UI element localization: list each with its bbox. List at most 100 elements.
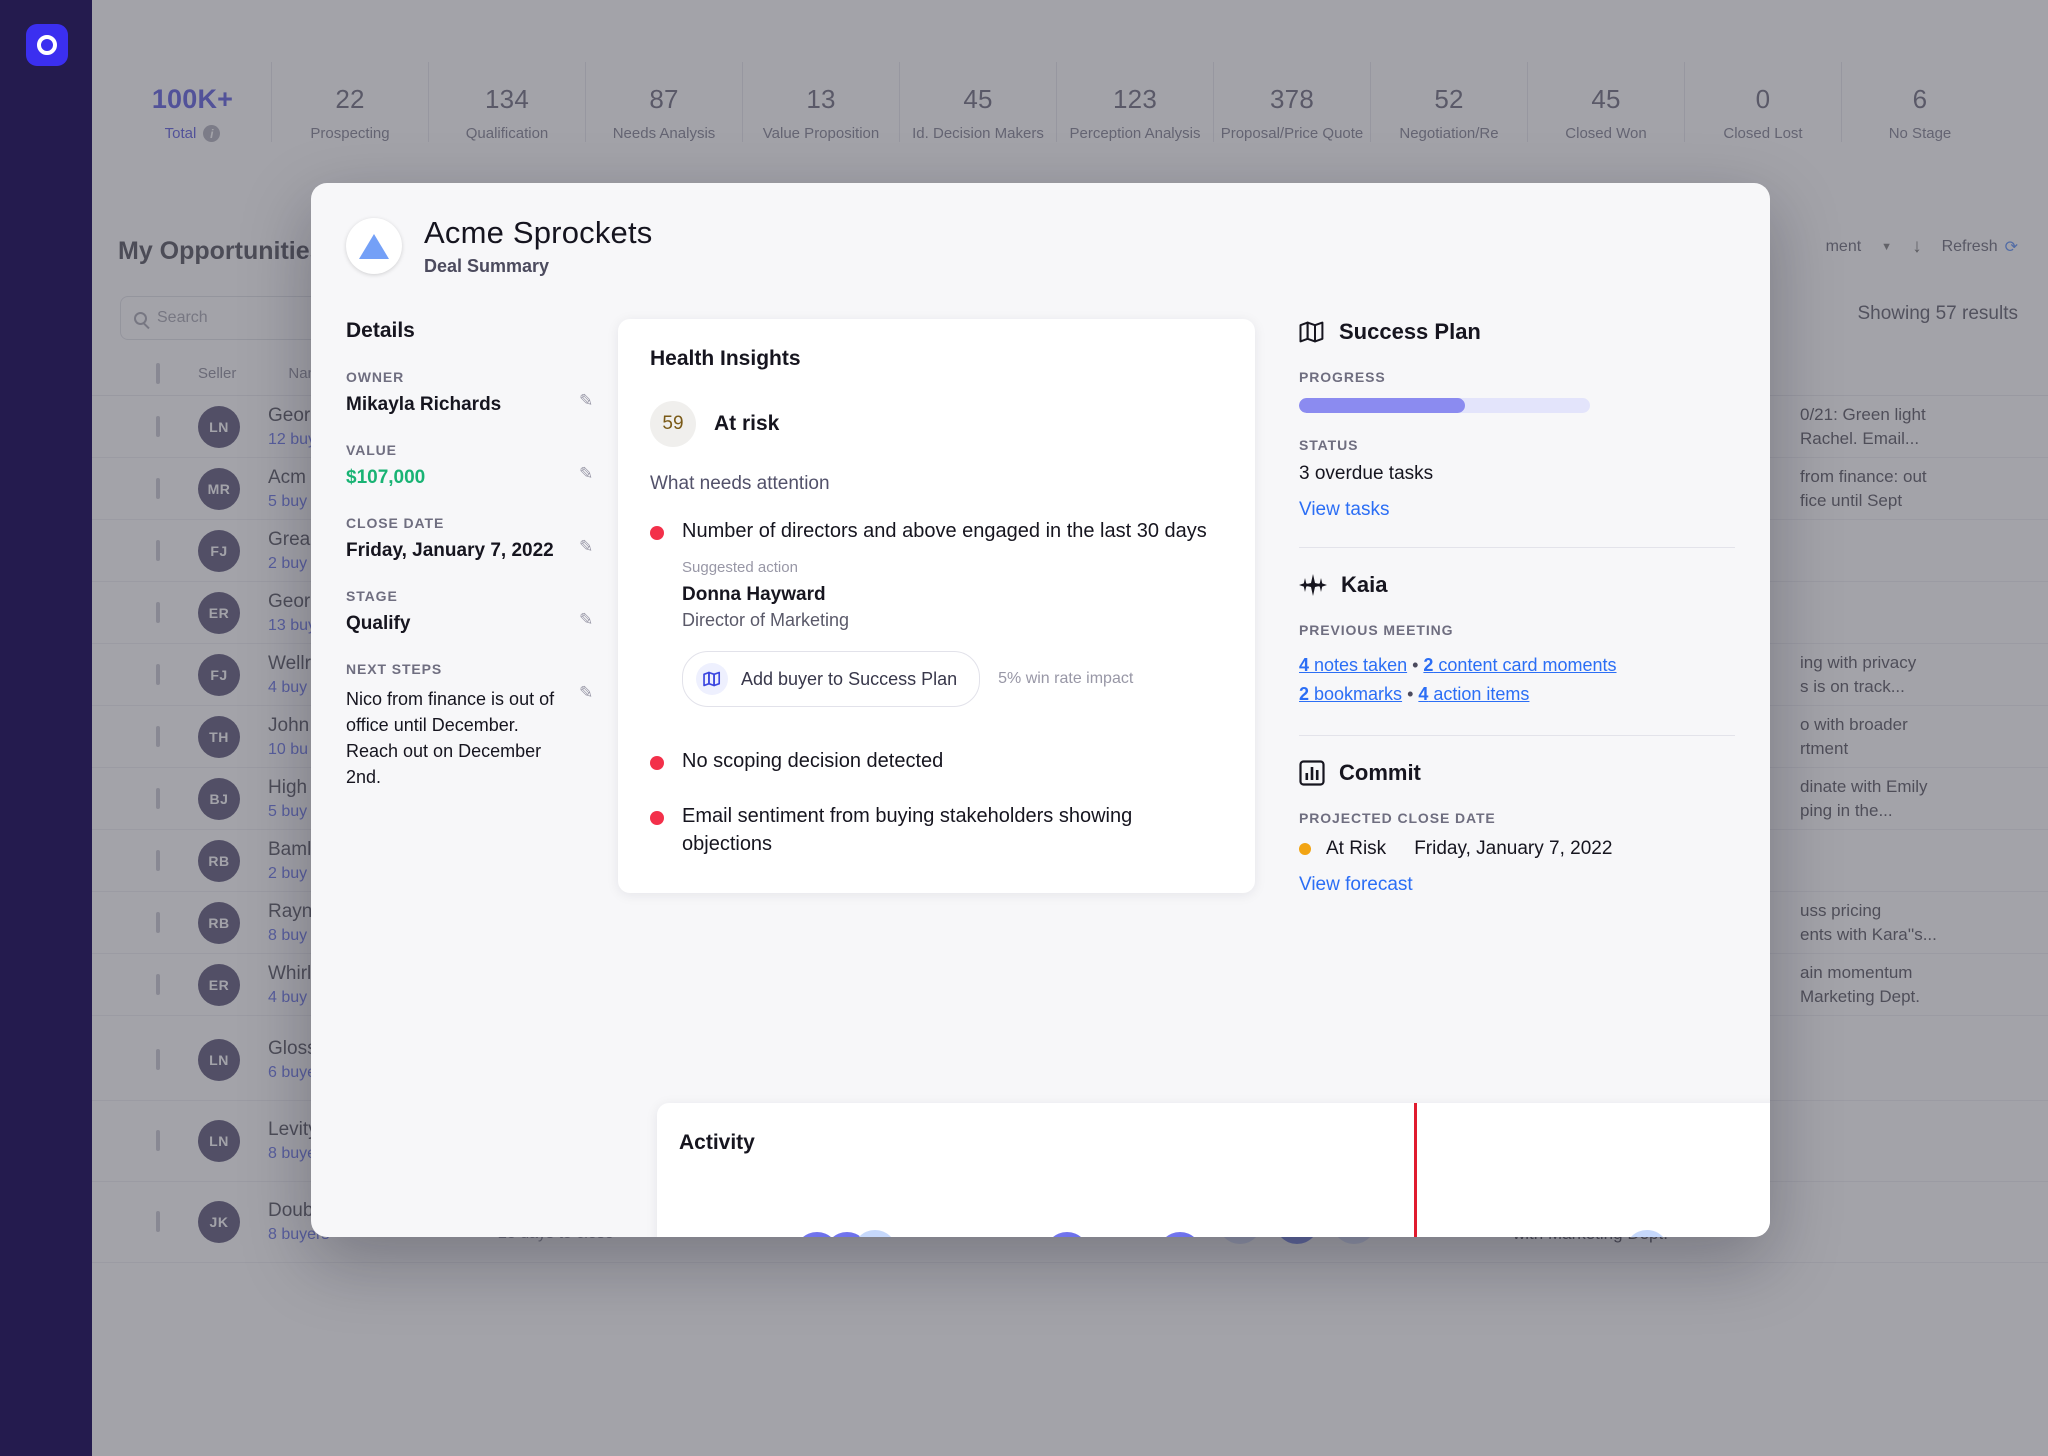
kaia-link[interactable]: 4 notes taken — [1299, 655, 1407, 675]
suggested-person-role: Director of Marketing — [682, 610, 850, 631]
kaia-link[interactable]: 2 content card moments — [1423, 655, 1616, 675]
progress-bar — [1299, 398, 1590, 413]
commit-date: Friday, January 7, 2022 — [1414, 838, 1613, 860]
kaia-waveform-icon — [1299, 574, 1327, 596]
divider — [1299, 547, 1735, 548]
suggested-action-label: Suggested action — [682, 559, 798, 577]
kaia-link-count: 2 — [1423, 655, 1434, 675]
divider — [1299, 735, 1735, 737]
insight-body: No scoping decision detected — [682, 747, 943, 775]
activity-card: Activity OutreachAcme Sproc...11/1415161… — [657, 1103, 1770, 1237]
modal-side-panel: Success Plan PROGRESS STATUS 3 overdue t… — [1255, 319, 1735, 896]
detail-value: Qualify — [346, 613, 411, 634]
calendar-icon[interactable]: ▦ — [853, 1230, 897, 1237]
logo-ring — [37, 35, 57, 55]
map-icon — [1299, 321, 1324, 343]
insight-text: No scoping decision detected — [682, 750, 944, 773]
view-forecast-link[interactable]: View forecast — [1299, 874, 1735, 896]
pencil-icon[interactable]: ✎ — [579, 610, 598, 629]
kaia-link[interactable]: 2 bookmarks — [1299, 684, 1402, 704]
detail-value: $107,000 — [346, 467, 426, 488]
insight-text: Email sentiment from buying stakeholders… — [682, 804, 1133, 856]
commit-status: At Risk — [1326, 838, 1387, 860]
status-value: 3 overdue tasks — [1299, 463, 1434, 484]
health-insights-card: Health Insights 59 At risk What needs at… — [618, 319, 1255, 893]
kaia-link[interactable]: 4 action items — [1418, 684, 1529, 704]
health-score-row: 59 At risk — [650, 401, 1223, 447]
clari-logo-icon[interactable] — [26, 24, 68, 66]
modal-header: Acme Sprockets Deal Summary — [311, 183, 1770, 277]
triangle-shape — [359, 233, 389, 259]
map-icon — [696, 663, 728, 696]
insight-dot — [650, 756, 664, 771]
deal-summary-modal: Acme Sprockets Deal Summary Details OWNE… — [311, 183, 1770, 1237]
suggested-action-row: Add buyer to Success Plan 5% win rate imp… — [682, 651, 1207, 708]
insight-text: Number of directors and above engaged in… — [682, 520, 1207, 542]
previous-meeting-label: PREVIOUS MEETING — [1299, 622, 1454, 638]
kaia-link-count: 2 — [1299, 684, 1310, 705]
deal-name: Acme Sprockets — [424, 215, 653, 250]
modal-body: Details OWNER Mikayla Richards ✎ VALUE $107,… — [311, 277, 1770, 896]
acme-triangle-logo-icon — [346, 218, 402, 274]
detail-field-stage: STAGE Qualify ✎ — [346, 588, 600, 635]
bullet-separator: • — [1407, 655, 1424, 675]
pencil-icon[interactable]: ✎ — [579, 464, 598, 483]
insight-item: Email sentiment from buying stakeholders… — [650, 802, 1223, 859]
status-badge-dot — [1299, 843, 1311, 856]
kaia-header: Kaia — [1299, 572, 1735, 598]
calendar-icon[interactable]: ▦ — [1625, 1230, 1669, 1237]
pencil-icon[interactable]: ✎ — [579, 391, 598, 410]
insight-item: Number of directors and above engaged in… — [650, 517, 1223, 708]
insight-dot — [650, 810, 664, 825]
suggested-person-name: Donna Hayward — [682, 584, 826, 606]
insight-list: Number of directors and above engaged in… — [650, 517, 1223, 859]
detail-label: CLOSE DATE — [346, 515, 445, 531]
insight-body: Number of directors and above engaged in… — [682, 517, 1207, 708]
bar-chart-icon — [1299, 760, 1325, 786]
attention-label: What needs attention — [650, 473, 830, 494]
add-buyer-button[interactable]: Add buyer to Success Plan — [682, 651, 981, 708]
projected-close-label: PROJECTED CLOSE DATE — [1299, 810, 1496, 827]
kaia-link-count: 4 — [1299, 655, 1310, 675]
commit-title: Commit — [1339, 760, 1421, 786]
activity-heading: Activity — [679, 1131, 755, 1154]
activity-timeline: OutreachAcme Sproc...11/1415161718192020… — [657, 1103, 1770, 1237]
detail-value: Friday, January 7, 2022 — [346, 540, 554, 561]
detail-field-owner: OWNER Mikayla Richards ✎ — [346, 369, 600, 416]
detail-field-next-steps: NEXT STEPS Nico from finance is out of of… — [346, 661, 600, 790]
kaia-link-line: 2 bookmarks • 4 action items — [1299, 680, 1735, 709]
pencil-icon[interactable]: ✎ — [579, 537, 598, 556]
envelope-icon[interactable]: ✉ — [1045, 1232, 1089, 1237]
commit-header: Commit — [1299, 760, 1735, 786]
pencil-icon[interactable]: ✎ — [579, 683, 598, 702]
detail-label: VALUE — [346, 442, 397, 458]
success-plan-title: Success Plan — [1339, 319, 1481, 344]
progress-label: PROGRESS — [1299, 369, 1386, 385]
view-tasks-link[interactable]: View tasks — [1299, 499, 1735, 521]
details-heading: Details — [346, 319, 415, 342]
detail-label: NEXT STEPS — [346, 661, 443, 677]
detail-value: Mikayla Richards — [346, 394, 502, 415]
bullet-separator: • — [1402, 684, 1419, 705]
kaia-links: 4 notes taken • 2 content card moments 2 … — [1299, 651, 1735, 709]
health-score: 59 — [650, 401, 696, 447]
detail-field-value: VALUE $107,000 ✎ — [346, 442, 600, 489]
insight-item: No scoping decision detected — [650, 747, 1223, 775]
kaia-link-line: 4 notes taken • 2 content card moments — [1299, 651, 1735, 680]
detail-field-close-date: CLOSE DATE Friday, January 7, 2022 ✎ — [346, 515, 600, 562]
insight-body: Email sentiment from buying stakeholders… — [682, 802, 1223, 859]
detail-label: STAGE — [346, 588, 398, 604]
kaia-link-count: 4 — [1418, 684, 1429, 705]
health-score-label: At risk — [714, 412, 780, 435]
win-rate-impact: 5% win rate impact — [998, 670, 1134, 688]
add-buyer-label: Add buyer to Success Plan — [741, 668, 958, 689]
insight-dot — [650, 526, 664, 540]
now-line — [1414, 1103, 1417, 1237]
health-heading: Health Insights — [650, 347, 801, 370]
kaia-title: Kaia — [1341, 572, 1388, 597]
detail-label: OWNER — [346, 369, 405, 385]
success-plan-header: Success Plan — [1299, 319, 1735, 345]
detail-value: Nico from finance is out of office until… — [346, 689, 555, 788]
left-nav-rail — [0, 0, 92, 1456]
envelope-icon[interactable]: ✉ — [1158, 1232, 1202, 1237]
